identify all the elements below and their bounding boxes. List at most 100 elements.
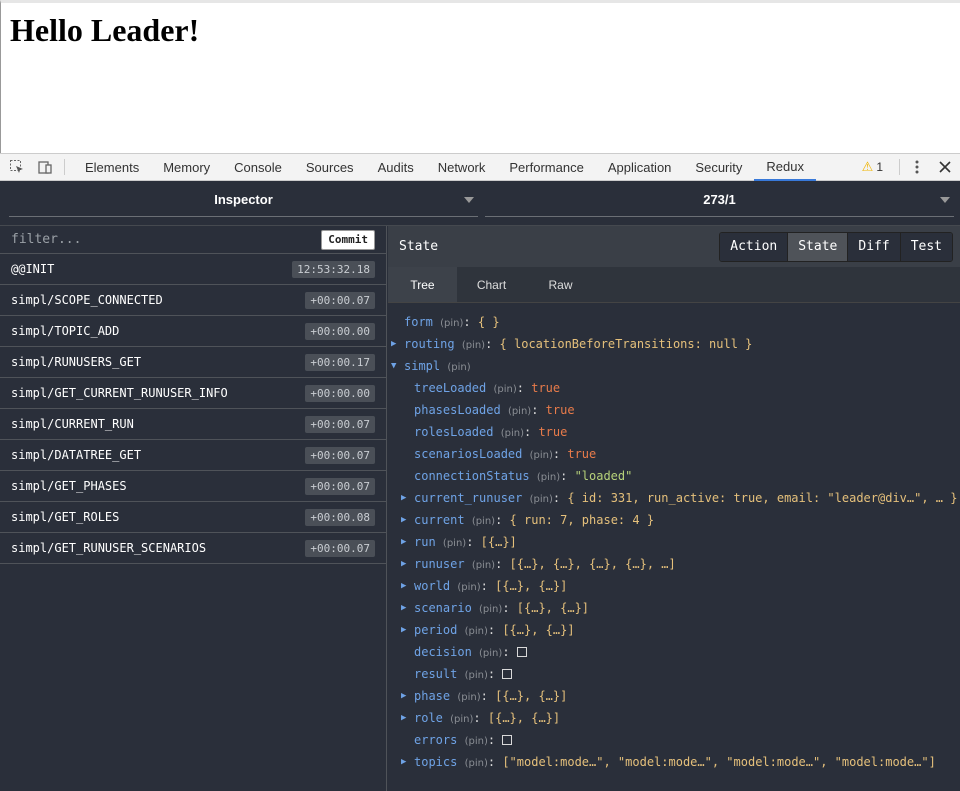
device-toolbar-icon[interactable] bbox=[34, 156, 56, 178]
action-mode-button[interactable]: Action bbox=[720, 233, 789, 261]
pin-link[interactable]: (pin) bbox=[465, 670, 488, 681]
pin-link[interactable]: (pin) bbox=[457, 582, 480, 593]
pin-link[interactable]: (pin) bbox=[443, 538, 466, 549]
action-name: simpl/GET_RUNUSER_SCENARIOS bbox=[11, 541, 207, 555]
tree-value: [{…}, {…}] bbox=[502, 623, 575, 637]
monitor-selector[interactable]: Inspector bbox=[9, 189, 478, 217]
tree-node-current[interactable]: ▶ current (pin): { run: 7, phase: 4 } bbox=[388, 509, 960, 531]
page-content: Hello Leader! bbox=[0, 0, 960, 153]
tree-node-phase[interactable]: ▶ phase (pin): [{…}, {…}] bbox=[388, 685, 960, 707]
tree-node-runuser[interactable]: ▶ runuser (pin): [{…}, {…}, {…}, {…}, …] bbox=[388, 553, 960, 575]
pin-link[interactable]: (pin) bbox=[465, 758, 488, 769]
tree-node-routing[interactable]: ▶ routing (pin): { locationBeforeTransiti… bbox=[388, 333, 960, 355]
pin-link[interactable]: (pin) bbox=[472, 560, 495, 571]
caret-right-icon[interactable]: ▶ bbox=[401, 531, 411, 553]
action-row[interactable]: simpl/CURRENT_RUN +00:00.07 bbox=[0, 409, 386, 440]
tab-memory[interactable]: Memory bbox=[151, 154, 222, 181]
action-row[interactable]: simpl/RUNUSERS_GET +00:00.17 bbox=[0, 347, 386, 378]
action-row[interactable]: simpl/GET_RUNUSER_SCENARIOS +00:00.07 bbox=[0, 533, 386, 564]
instance-selector[interactable]: 273/1 bbox=[485, 189, 954, 217]
action-row[interactable]: simpl/GET_ROLES +00:00.08 bbox=[0, 502, 386, 533]
action-name: @@INIT bbox=[11, 262, 55, 276]
pin-link[interactable]: (pin) bbox=[450, 714, 473, 725]
tree-node-role[interactable]: ▶ role (pin): [{…}, {…}] bbox=[388, 707, 960, 729]
tree-separator: : bbox=[560, 469, 575, 483]
tree-node-run[interactable]: ▶ run (pin): [{…}] bbox=[388, 531, 960, 553]
tab-network[interactable]: Network bbox=[426, 154, 498, 181]
pin-link[interactable]: (pin) bbox=[457, 692, 480, 703]
tab-elements[interactable]: Elements bbox=[73, 154, 151, 181]
caret-right-icon[interactable]: ▶ bbox=[391, 333, 401, 355]
caret-right-icon[interactable]: ▶ bbox=[401, 553, 411, 575]
pin-link[interactable]: (pin) bbox=[472, 516, 495, 527]
tree-node-current-runuser[interactable]: ▶ current_runuser (pin): { id: 331, run_a… bbox=[388, 487, 960, 509]
tree-node-world[interactable]: ▶ world (pin): [{…}, {…}] bbox=[388, 575, 960, 597]
diff-mode-button[interactable]: Diff bbox=[848, 233, 901, 261]
tree-key: treeLoaded bbox=[414, 381, 487, 395]
action-row[interactable]: simpl/DATATREE_GET +00:00.07 bbox=[0, 440, 386, 471]
test-mode-button[interactable]: Test bbox=[900, 233, 952, 261]
instance-selector-value: 273/1 bbox=[703, 192, 736, 207]
kebab-menu-icon[interactable] bbox=[906, 156, 928, 178]
tree-key: errors bbox=[414, 733, 458, 747]
close-icon[interactable] bbox=[934, 156, 956, 178]
caret-right-icon[interactable]: ▶ bbox=[401, 685, 411, 707]
caret-right-icon[interactable]: ▶ bbox=[401, 487, 411, 509]
pin-link[interactable]: (pin) bbox=[479, 604, 502, 615]
pin-link[interactable]: (pin) bbox=[493, 384, 516, 395]
warning-indicator[interactable]: ⚠ 1 bbox=[862, 159, 883, 175]
pin-link[interactable]: (pin) bbox=[447, 362, 470, 373]
state-mode-button[interactable]: State bbox=[788, 233, 849, 261]
toolbar-right: ⚠ 1 bbox=[862, 154, 960, 180]
caret-right-icon[interactable]: ▶ bbox=[401, 597, 411, 619]
commit-button[interactable]: Commit bbox=[321, 230, 375, 250]
action-row[interactable]: simpl/TOPIC_ADD +00:00.00 bbox=[0, 316, 386, 347]
tree-node-simpl[interactable]: ▼ simpl (pin) bbox=[388, 355, 960, 377]
caret-right-icon[interactable]: ▶ bbox=[401, 751, 411, 773]
pin-link[interactable]: (pin) bbox=[479, 648, 502, 659]
view-tab-tree[interactable]: Tree bbox=[388, 267, 457, 302]
tree-value: "loaded" bbox=[574, 469, 633, 483]
pin-link[interactable]: (pin) bbox=[462, 340, 485, 351]
tree-separator: : bbox=[552, 491, 568, 505]
tab-application[interactable]: Application bbox=[596, 154, 684, 181]
tab-security[interactable]: Security bbox=[683, 154, 754, 181]
pin-link[interactable]: (pin) bbox=[501, 428, 524, 439]
filter-input[interactable] bbox=[0, 232, 300, 247]
pin-link[interactable]: (pin) bbox=[530, 450, 553, 461]
pin-link[interactable]: (pin) bbox=[530, 494, 553, 505]
tab-redux[interactable]: Redux bbox=[754, 154, 816, 181]
caret-right-icon[interactable]: ▶ bbox=[401, 509, 411, 531]
tree-key: run bbox=[414, 535, 436, 549]
action-row[interactable]: simpl/GET_PHASES +00:00.07 bbox=[0, 471, 386, 502]
view-tab-chart[interactable]: Chart bbox=[457, 267, 526, 302]
action-row[interactable]: simpl/GET_CURRENT_RUNUSER_INFO +00:00.00 bbox=[0, 378, 386, 409]
action-row[interactable]: simpl/SCOPE_CONNECTED +00:00.07 bbox=[0, 285, 386, 316]
caret-right-icon[interactable]: ▶ bbox=[401, 575, 411, 597]
pin-link[interactable]: (pin) bbox=[440, 318, 463, 329]
tree-value: true bbox=[531, 381, 561, 395]
tree-value: [{…}, {…}] bbox=[495, 579, 568, 593]
chevron-down-icon bbox=[940, 197, 950, 203]
tree-node-period[interactable]: ▶ period (pin): [{…}, {…}] bbox=[388, 619, 960, 641]
caret-right-icon[interactable]: ▶ bbox=[401, 707, 411, 729]
pin-link[interactable]: (pin) bbox=[537, 472, 560, 483]
tab-sources[interactable]: Sources bbox=[294, 154, 366, 181]
tree-node-rolesloaded: rolesLoaded (pin): true bbox=[388, 421, 960, 443]
view-tab-raw[interactable]: Raw bbox=[526, 267, 595, 302]
tab-audits[interactable]: Audits bbox=[366, 154, 426, 181]
warning-icon: ⚠ bbox=[861, 159, 874, 174]
pin-link[interactable]: (pin) bbox=[465, 626, 488, 637]
tree-node-scenario[interactable]: ▶ scenario (pin): [{…}, {…}] bbox=[388, 597, 960, 619]
action-time-badge: +00:00.17 bbox=[305, 353, 375, 371]
action-row[interactable]: @@INIT 12:53:32.18 bbox=[0, 254, 386, 285]
pin-link[interactable]: (pin) bbox=[465, 736, 488, 747]
tree-node-topics[interactable]: ▶ topics (pin): ["model:mode…", "model:mo… bbox=[388, 751, 960, 773]
tree-value: [{…}, {…}] bbox=[495, 689, 568, 703]
tab-console[interactable]: Console bbox=[222, 154, 294, 181]
caret-down-icon[interactable]: ▼ bbox=[391, 355, 401, 377]
caret-right-icon[interactable]: ▶ bbox=[401, 619, 411, 641]
inspect-element-icon[interactable] bbox=[6, 156, 28, 178]
pin-link[interactable]: (pin) bbox=[508, 406, 531, 417]
tab-performance[interactable]: Performance bbox=[497, 154, 595, 181]
